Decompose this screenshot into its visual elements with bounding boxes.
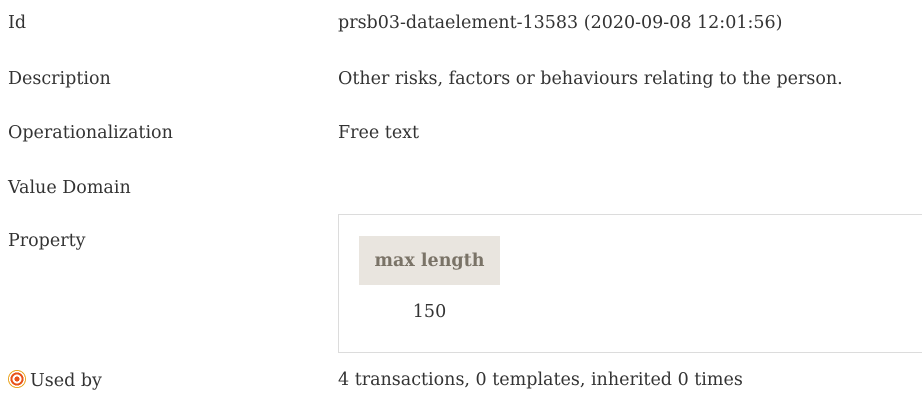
property-label: Property	[8, 231, 86, 251]
max-length-header: max length	[359, 236, 500, 285]
operationalization-label: Operationalization	[8, 123, 173, 143]
description-label: Description	[8, 69, 111, 89]
value-domain-label: Value Domain	[8, 178, 131, 198]
used-by-value[interactable]: 4 transactions, 0 templates, inherited 0…	[338, 370, 743, 390]
description-value: Other risks, factors or behaviours relat…	[338, 69, 843, 89]
used-by-label-row: Used by	[8, 370, 102, 391]
max-length-value: 150	[412, 302, 447, 322]
property-table: max length 150	[338, 214, 922, 353]
target-icon	[8, 370, 26, 388]
id-value: prsb03-dataelement-13583 (2020-09-08 12:…	[338, 13, 783, 33]
used-by-label: Used by	[30, 371, 102, 391]
id-label: Id	[8, 13, 27, 33]
operationalization-value: Free text	[338, 123, 420, 143]
